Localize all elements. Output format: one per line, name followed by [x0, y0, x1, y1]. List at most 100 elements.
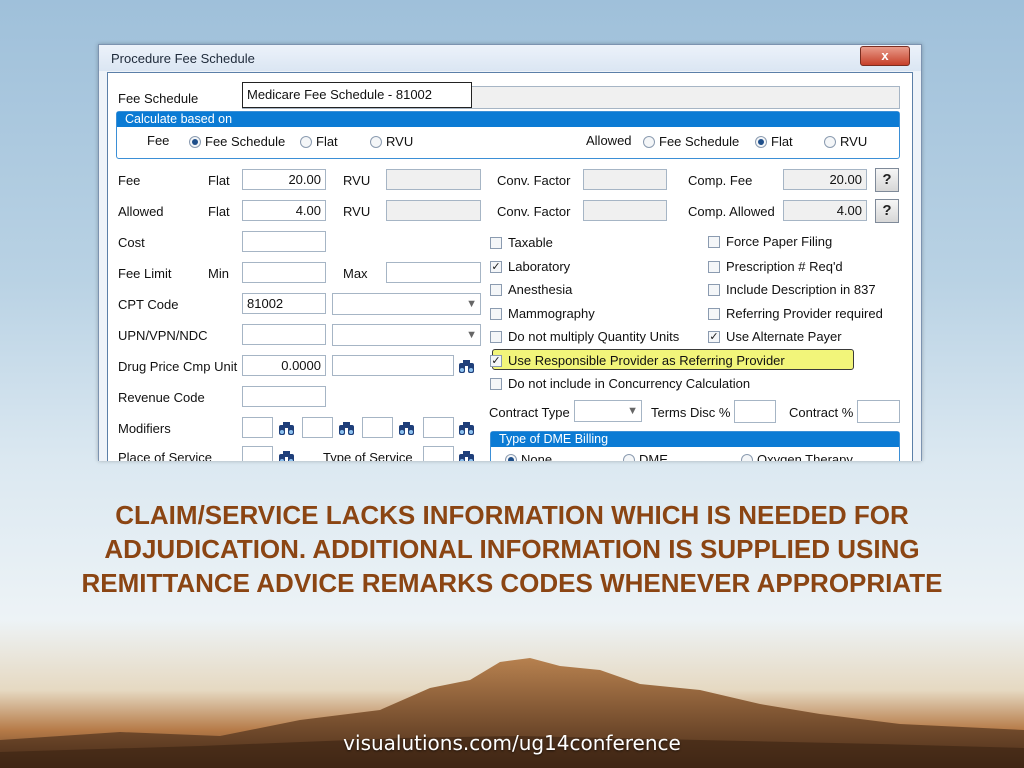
- close-button[interactable]: x: [860, 46, 910, 66]
- fee-limit-max-field[interactable]: [386, 262, 481, 283]
- fee-value-field[interactable]: 20.00: [242, 169, 326, 190]
- allowed-conv-factor-label: Conv. Factor: [497, 204, 571, 219]
- binoculars-icon[interactable]: [458, 358, 475, 374]
- binoculars-icon[interactable]: [278, 449, 295, 461]
- fee-schedule-label: Fee Schedule: [118, 91, 199, 106]
- taxable-checkbox[interactable]: Taxable: [490, 235, 553, 250]
- modifiers-label: Modifiers: [118, 421, 171, 436]
- binoculars-icon[interactable]: [278, 420, 295, 436]
- radio-selected-icon: [189, 135, 201, 148]
- allowed-radio-flat[interactable]: Flat: [755, 134, 793, 149]
- radio-selected-icon: [755, 135, 767, 148]
- use-alternate-payer-checkbox[interactable]: ✓ Use Alternate Payer: [708, 329, 842, 344]
- comp-fee-label: Comp. Fee: [688, 173, 753, 188]
- modifier-4-field[interactable]: [423, 417, 454, 438]
- comp-fee-field: 20.00: [783, 169, 867, 190]
- binoculars-icon[interactable]: [458, 449, 475, 461]
- comp-allowed-label: Comp. Allowed: [688, 204, 775, 219]
- checkbox-icon: [708, 235, 720, 248]
- allowed-rvu-label: RVU: [343, 204, 371, 219]
- allowed-conv-factor-field[interactable]: [583, 200, 667, 221]
- allowed-radio-fee-schedule[interactable]: Fee Schedule: [643, 134, 739, 149]
- upn-field[interactable]: [242, 324, 326, 345]
- fee-radio-rvu[interactable]: RVU: [370, 134, 413, 149]
- drug-price-label: Drug Price Cmp Unit: [118, 359, 238, 374]
- revenue-code-label: Revenue Code: [118, 390, 205, 405]
- fee-conv-factor-label: Conv. Factor: [497, 173, 571, 188]
- terms-disc-field[interactable]: [734, 400, 776, 423]
- drug-price-lookup-field[interactable]: [332, 355, 454, 376]
- radio-selected-icon: [505, 453, 517, 461]
- calculate-based-on-group: Calculate based on Fee Fee Schedule Flat…: [116, 111, 900, 159]
- cpt-code-field[interactable]: 81002: [242, 293, 326, 314]
- comp-allowed-help-button[interactable]: ?: [875, 199, 899, 223]
- cpt-code-label: CPT Code: [118, 297, 179, 312]
- footer-url: visualutions.com/ug14conference: [343, 731, 681, 755]
- modifier-3-field[interactable]: [362, 417, 393, 438]
- fee-radio-fee-schedule[interactable]: Fee Schedule: [189, 134, 285, 149]
- modifier-1-field[interactable]: [242, 417, 273, 438]
- contract-percent-field[interactable]: [857, 400, 900, 423]
- checkmark-icon: ✓: [490, 260, 502, 273]
- title-bar: Procedure Fee Schedule x: [99, 45, 921, 71]
- modifier-2-field[interactable]: [302, 417, 333, 438]
- allowed-mode-label: Flat: [208, 204, 230, 219]
- calculate-based-on-header: Calculate based on: [117, 112, 899, 127]
- include-description-checkbox[interactable]: Include Description in 837: [708, 282, 876, 297]
- fee-limit-min-label: Min: [208, 266, 229, 281]
- prescription-reqd-checkbox[interactable]: Prescription # Req'd: [708, 259, 843, 274]
- allowed-radio-rvu[interactable]: RVU: [824, 134, 867, 149]
- checkmark-icon: ✓: [490, 354, 502, 367]
- binoculars-icon[interactable]: [458, 420, 475, 436]
- binoculars-icon[interactable]: [398, 420, 415, 436]
- dme-billing-group: Type of DME Billing None DME Oxygen Ther…: [490, 431, 900, 461]
- drug-price-field[interactable]: 0.0000: [242, 355, 326, 376]
- comp-allowed-field: 4.00: [783, 200, 867, 221]
- procedure-fee-schedule-dialog: Procedure Fee Schedule x Fee Schedule Me…: [98, 44, 922, 461]
- calc-allowed-label: Allowed: [586, 133, 632, 148]
- type-of-service-field[interactable]: [423, 446, 454, 461]
- binoculars-icon[interactable]: [338, 420, 355, 436]
- upn-dropdown[interactable]: ▼: [332, 324, 481, 346]
- type-of-service-label: Type of Service: [323, 450, 413, 461]
- checkbox-icon: [708, 283, 720, 296]
- contract-type-label: Contract Type: [489, 405, 570, 420]
- place-of-service-field[interactable]: [242, 446, 273, 461]
- dme-radio-oxygen[interactable]: Oxygen Therapy: [741, 452, 853, 461]
- checkbox-icon: [490, 236, 502, 249]
- fee-schedule-field[interactable]: Medicare Fee Schedule - 81002: [242, 82, 472, 108]
- checkbox-icon: [490, 307, 502, 320]
- contract-type-dropdown[interactable]: ▼: [574, 400, 642, 422]
- revenue-code-field[interactable]: [242, 386, 326, 407]
- fee-limit-min-field[interactable]: [242, 262, 326, 283]
- fee-label: Fee: [118, 173, 141, 188]
- fee-conv-factor-field[interactable]: [583, 169, 667, 190]
- checkbox-icon: [708, 260, 720, 273]
- fee-rvu-label: RVU: [343, 173, 371, 188]
- allowed-rvu-field[interactable]: [386, 200, 481, 221]
- comp-fee-help-button[interactable]: ?: [875, 168, 899, 192]
- dme-radio-none[interactable]: None: [505, 452, 552, 461]
- anesthesia-checkbox[interactable]: Anesthesia: [490, 282, 572, 297]
- laboratory-checkbox[interactable]: ✓ Laboratory: [490, 259, 570, 274]
- checkbox-icon: [708, 307, 720, 320]
- force-paper-filing-checkbox[interactable]: Force Paper Filing: [708, 234, 832, 249]
- fee-rvu-field[interactable]: [386, 169, 481, 190]
- referring-provider-required-checkbox[interactable]: Referring Provider required: [708, 306, 883, 321]
- cost-label: Cost: [118, 235, 145, 250]
- allowed-value-field[interactable]: 4.00: [242, 200, 326, 221]
- calc-fee-label: Fee: [147, 133, 170, 148]
- contract-percent-label: Contract %: [789, 405, 854, 420]
- dme-billing-header: Type of DME Billing: [491, 432, 899, 447]
- concurrency-checkbox[interactable]: Do not include in Concurrency Calculatio…: [490, 376, 750, 391]
- use-responsible-provider-checkbox[interactable]: ✓ Use Responsible Provider as Referring P…: [490, 353, 785, 368]
- fee-radio-flat[interactable]: Flat: [300, 134, 338, 149]
- do-not-multiply-checkbox[interactable]: Do not multiply Quantity Units: [490, 329, 679, 344]
- slide-caption: CLAIM/SERVICE LACKS INFORMATION WHICH IS…: [81, 500, 943, 598]
- mammography-checkbox[interactable]: Mammography: [490, 306, 595, 321]
- cost-field[interactable]: [242, 231, 326, 252]
- allowed-label: Allowed: [118, 204, 164, 219]
- cpt-code-dropdown[interactable]: ▼: [332, 293, 481, 315]
- checkmark-icon: ✓: [708, 330, 720, 343]
- dme-radio-dme[interactable]: DME: [623, 452, 668, 461]
